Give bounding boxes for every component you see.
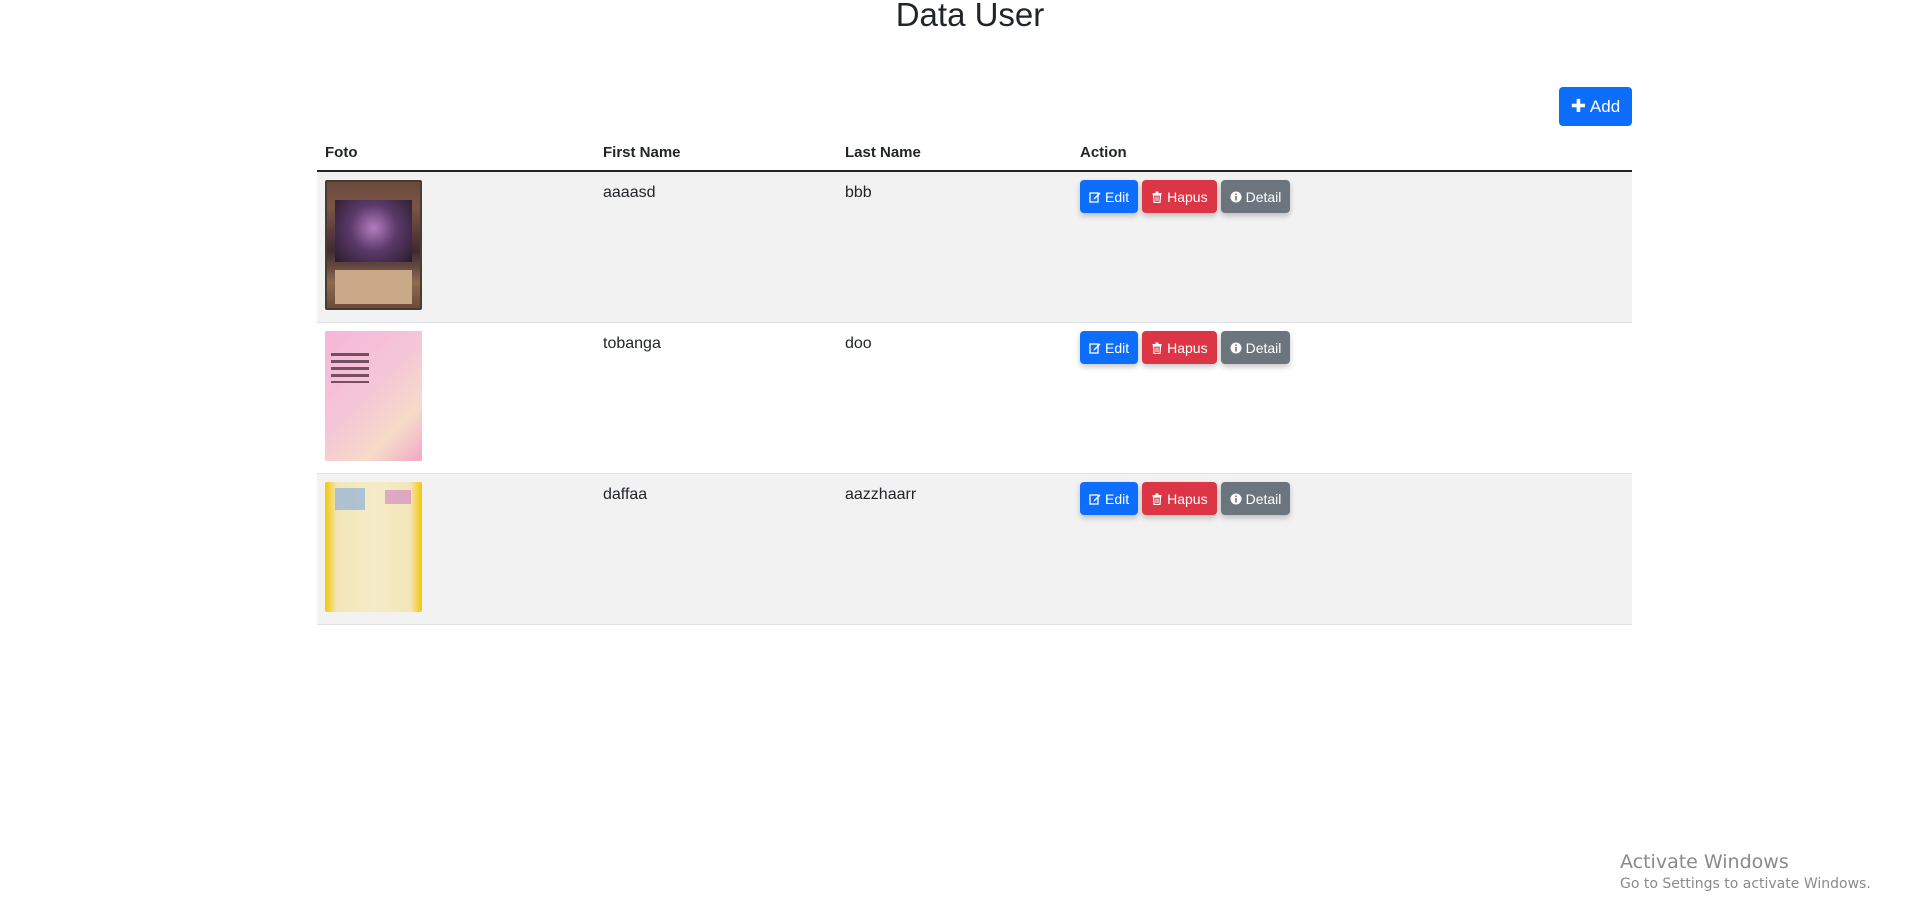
- table-row: daffaa aazzhaarr Edit Hapus Detail: [317, 473, 1632, 625]
- edit-icon: [1089, 493, 1101, 505]
- edit-button[interactable]: Edit: [1080, 180, 1139, 213]
- first-name-cell: daffaa: [595, 473, 837, 625]
- user-photo-pink-poster: [325, 331, 422, 461]
- detail-button-label: Detail: [1245, 188, 1282, 205]
- edit-button-label: Edit: [1105, 339, 1130, 356]
- user-photo-yellow-poster: [325, 482, 422, 612]
- main-container: ✚ Add Foto First Name Last Name Action a…: [317, 87, 1632, 625]
- edit-button-label: Edit: [1105, 188, 1130, 205]
- activate-windows-watermark: Activate Windows Go to Settings to activ…: [1620, 850, 1871, 894]
- action-cell: Edit Hapus Detail: [1072, 322, 1632, 474]
- column-header-first-name: First Name: [595, 136, 837, 172]
- photo-cell: [317, 322, 595, 474]
- last-name-cell: doo: [837, 322, 1072, 474]
- photo-cell: [317, 473, 595, 625]
- hapus-button[interactable]: Hapus: [1142, 331, 1217, 364]
- action-cell: Edit Hapus Detail: [1072, 473, 1632, 625]
- plus-icon: ✚: [1570, 96, 1586, 116]
- page-title: Data User: [895, 0, 1045, 33]
- user-photo-trading-card: [325, 180, 422, 310]
- info-icon: [1230, 493, 1242, 504]
- column-header-action: Action: [1072, 136, 1632, 172]
- detail-button[interactable]: Detail: [1220, 482, 1291, 515]
- trash-icon: [1152, 191, 1162, 203]
- action-buttons: Edit Hapus Detail: [1080, 331, 1624, 364]
- table-header-row: Foto First Name Last Name Action: [317, 136, 1632, 172]
- edit-icon: [1089, 191, 1101, 203]
- action-buttons: Edit Hapus Detail: [1080, 482, 1624, 515]
- column-header-foto: Foto: [317, 136, 595, 172]
- user-table: Foto First Name Last Name Action aaaasd …: [317, 136, 1632, 625]
- first-name-cell: aaaasd: [595, 171, 837, 323]
- table-row: tobanga doo Edit Hapus Detail: [317, 322, 1632, 474]
- toolbar: ✚ Add: [317, 87, 1632, 126]
- detail-button-label: Detail: [1245, 339, 1282, 356]
- info-icon: [1230, 342, 1242, 353]
- hapus-button-label: Hapus: [1167, 339, 1208, 356]
- edit-button[interactable]: Edit: [1080, 331, 1139, 364]
- detail-button[interactable]: Detail: [1220, 331, 1291, 364]
- card-art: [335, 200, 412, 262]
- detail-button-label: Detail: [1245, 490, 1282, 507]
- action-buttons: Edit Hapus Detail: [1080, 180, 1624, 213]
- action-cell: Edit Hapus Detail: [1072, 171, 1632, 323]
- photo-cell: [317, 171, 595, 323]
- add-button-label: Add: [1589, 96, 1621, 116]
- column-header-last-name: Last Name: [837, 136, 1072, 172]
- hapus-button-label: Hapus: [1167, 490, 1208, 507]
- edit-icon: [1089, 342, 1101, 354]
- card-text-box: [335, 270, 412, 304]
- last-name-cell: aazzhaarr: [837, 473, 1072, 625]
- add-button[interactable]: ✚ Add: [1559, 87, 1632, 126]
- watermark-title: Activate Windows: [1620, 851, 1789, 873]
- edit-button-label: Edit: [1105, 490, 1130, 507]
- watermark-subtitle: Go to Settings to activate Windows.: [1620, 876, 1871, 892]
- hapus-button-label: Hapus: [1167, 188, 1208, 205]
- hapus-button[interactable]: Hapus: [1142, 482, 1217, 515]
- first-name-cell: tobanga: [595, 322, 837, 474]
- poster-heading: [385, 490, 411, 504]
- detail-button[interactable]: Detail: [1220, 180, 1291, 213]
- info-icon: [1230, 191, 1242, 202]
- edit-button[interactable]: Edit: [1080, 482, 1139, 515]
- trash-icon: [1152, 342, 1162, 354]
- last-name-cell: bbb: [837, 171, 1072, 323]
- poster-title-text: [331, 353, 369, 383]
- poster-logo: [335, 488, 365, 510]
- hapus-button[interactable]: Hapus: [1142, 180, 1217, 213]
- table-row: aaaasd bbb Edit Hapus Detail: [317, 171, 1632, 323]
- trash-icon: [1152, 493, 1162, 505]
